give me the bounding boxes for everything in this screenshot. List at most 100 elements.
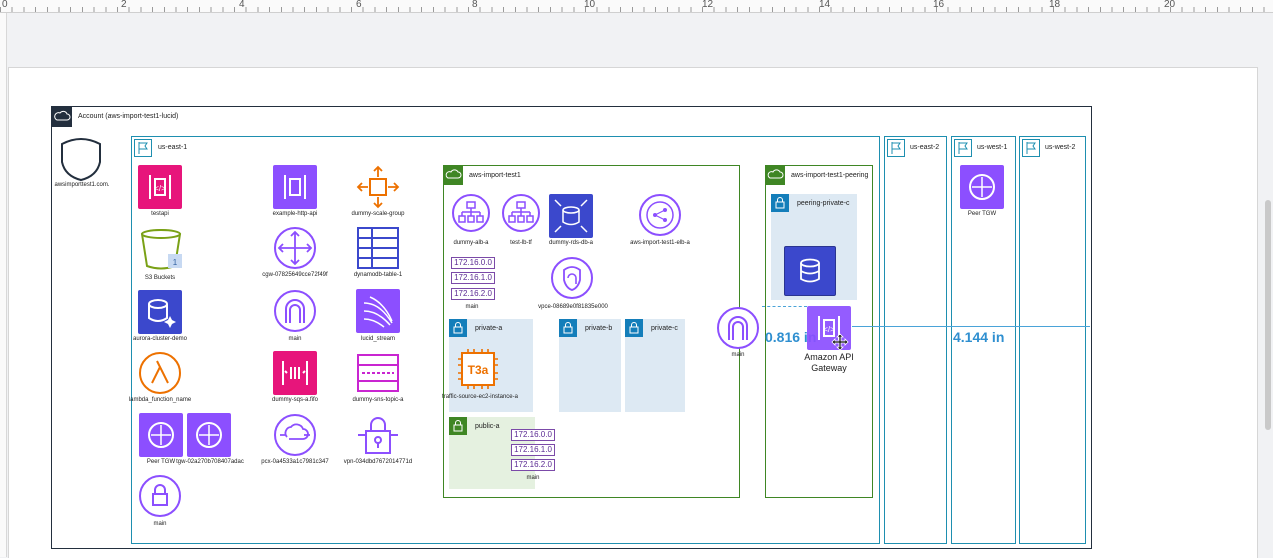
auto-scaling-icon[interactable] — [356, 165, 400, 209]
subnet-label: private-a — [475, 325, 503, 332]
ec2-instance-icon[interactable]: T3a — [456, 347, 500, 391]
kinesis-label: lucid_stream — [360, 336, 396, 342]
region-label: us-west-2 — [1045, 144, 1076, 151]
internet-gateway-icon[interactable] — [273, 289, 317, 333]
pcx-label: pcx-0a4533a1c7981c347 — [261, 459, 329, 465]
load-balancer-icon[interactable] — [501, 193, 541, 233]
lock-icon — [771, 194, 789, 212]
cloud-icon — [52, 107, 72, 127]
cgw-label: cgw-07825649cce72f49f — [262, 272, 328, 278]
ruler-mark: 18 — [1049, 0, 1061, 10]
vpc-label: aws-import-test1-peering — [791, 172, 869, 179]
flag-icon — [887, 139, 905, 157]
cidr-block: 172.16.2.0 — [511, 459, 555, 471]
peering-connection-icon[interactable] — [273, 413, 317, 457]
vertical-scrollbar[interactable] — [1265, 200, 1271, 430]
vpn-gateway-icon[interactable] — [138, 474, 182, 518]
ruler-mark: 16 — [933, 0, 945, 10]
customer-gateway-icon[interactable] — [273, 226, 317, 270]
cidr-block: 172.16.0.0 — [511, 429, 555, 441]
route53-label: awsimporttest1.com. — [54, 182, 110, 188]
database-icon[interactable] — [784, 246, 836, 296]
lambda-label: lambda_function_name — [128, 397, 192, 403]
lb-label: test-lb-tf — [510, 240, 532, 246]
vertical-ruler — [0, 13, 7, 557]
peer-tgw-icon[interactable] — [960, 165, 1004, 209]
peer-tgw-icon[interactable] — [139, 413, 183, 457]
vpc-cloud-icon — [766, 166, 785, 185]
rds-icon[interactable] — [549, 194, 593, 238]
tgw-label: tgw-02a270b708407adac — [176, 459, 244, 465]
transit-gateway-icon[interactable] — [187, 413, 231, 457]
region-label: us-east-2 — [910, 144, 940, 151]
region-us-east-2[interactable]: us-east-2 — [884, 136, 947, 544]
ec2-label: traffic-source-ec2-instance-a — [442, 394, 518, 400]
alb-label: dummy-alb-a — [453, 240, 489, 246]
subnet-label: peering-private-c — [797, 200, 850, 207]
ruler-mark: 4 — [239, 0, 245, 10]
ruler-mark: 20 — [1164, 0, 1176, 10]
elb-label: aws-import-test1-elb-a — [630, 240, 690, 246]
region-label: us-west-1 — [977, 144, 1008, 151]
dynamodb-table-icon[interactable] — [356, 226, 400, 270]
lambda-icon[interactable] — [138, 351, 182, 395]
lock-icon — [449, 417, 467, 435]
aurora-label: aurora-cluster-demo — [132, 336, 188, 342]
cidr-block: 172.16.1.0 — [511, 444, 555, 456]
sns-topic-icon[interactable] — [356, 351, 400, 395]
cidr-block: 172.16.1.0 — [451, 272, 495, 284]
rds-label: dummy-rds-db-a — [548, 240, 594, 246]
vpc-cloud-icon — [444, 166, 463, 185]
peer-tgw-label: Peer TGW — [146, 459, 176, 465]
kinesis-stream-icon[interactable] — [356, 289, 400, 333]
s3-count-badge: 1 — [173, 258, 178, 267]
lock-icon — [625, 319, 643, 337]
subnet-label: private-c — [651, 325, 678, 332]
vpce-label: vpce-08689e0f81835e000 — [538, 304, 608, 310]
ec2-chip-label: T3a — [468, 363, 489, 377]
sns-label: dummy-sns-topic-a — [352, 397, 404, 403]
flag-icon — [954, 139, 972, 157]
move-cursor-icon — [831, 333, 849, 351]
route53-shield-icon — [61, 138, 101, 182]
http-api-label: example-http-api — [272, 211, 318, 217]
ruler-mark: 10 — [584, 0, 596, 10]
cidr-block: 172.16.0.0 — [451, 257, 495, 269]
http-api-icon[interactable] — [273, 165, 317, 209]
route-table-label: main — [465, 304, 479, 310]
vpc-endpoint-icon[interactable] — [550, 256, 594, 300]
vpn-connection-icon[interactable] — [356, 413, 400, 457]
aurora-icon[interactable] — [138, 290, 182, 334]
testapi-label: testapi — [151, 211, 169, 217]
ruler-mark: 2 — [121, 0, 127, 10]
svg-text:</>: </> — [154, 184, 166, 193]
ruler-mark: 14 — [819, 0, 831, 10]
internet-gateway-icon[interactable] — [716, 306, 760, 350]
lock-icon — [449, 319, 467, 337]
ruler-mark: 8 — [472, 0, 478, 10]
s3-label: S3 Buckets — [144, 275, 176, 281]
subnet-label: private-b — [585, 325, 613, 332]
flag-icon — [134, 139, 152, 157]
ruler-mark: 6 — [356, 0, 362, 10]
sqs-label: dummy-sqs-a.fifo — [271, 397, 319, 403]
vpn-label: vpn-034dbd7672014771d — [343, 459, 413, 465]
distance-guide-line — [852, 326, 1090, 327]
vgw-label: main — [153, 521, 167, 527]
guide-line — [762, 306, 807, 308]
s3-bucket-icon[interactable]: 1 — [138, 228, 184, 272]
api-gateway-drag-label: Amazon API Gateway — [804, 352, 854, 373]
api-gateway-icon[interactable]: </> — [138, 165, 182, 209]
sqs-icon[interactable] — [273, 351, 317, 395]
cidr-block: 172.16.2.0 — [451, 288, 495, 300]
horizontal-ruler: 0 2 4 6 8 10 12 14 16 18 20 — [0, 0, 1273, 13]
subnet-private-c[interactable]: private-c — [625, 319, 685, 412]
dynamodb-label: dynamodb-table-1 — [353, 272, 403, 278]
classic-load-balancer-icon[interactable] — [638, 193, 682, 237]
asg-label: dummy-scale-group — [351, 211, 405, 217]
subnet-private-b[interactable]: private-b — [559, 319, 621, 412]
account-title: Account (aws-import-test1-lucid) — [78, 113, 179, 120]
region-us-west-2[interactable]: us-west-2 — [1019, 136, 1086, 544]
lock-icon — [559, 319, 577, 337]
load-balancer-icon[interactable] — [451, 193, 491, 233]
